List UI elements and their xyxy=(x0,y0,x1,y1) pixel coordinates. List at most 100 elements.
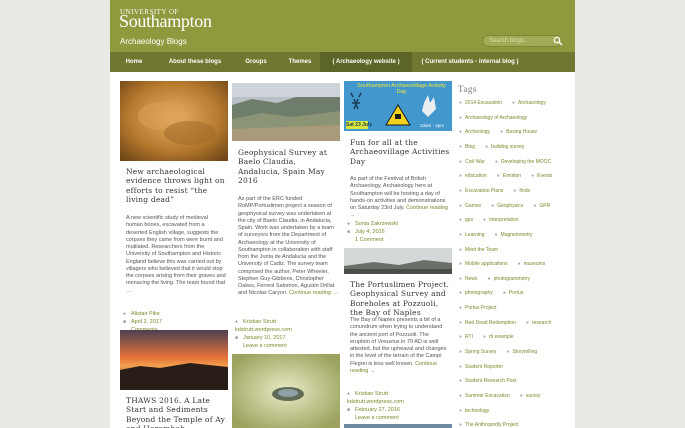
tag-link[interactable]: ● Developing the MOOC xyxy=(495,159,551,165)
tag-link[interactable]: ● Mobile applications xyxy=(459,261,508,267)
date-link[interactable]: July 4, 2016 xyxy=(355,229,385,235)
tag-label: The Anthropodly Project xyxy=(465,422,519,428)
tag-link[interactable]: ● RTI xyxy=(459,334,473,340)
post-date: ■ February 27, 2016 xyxy=(347,406,400,414)
tag-link[interactable]: ● rti example xyxy=(483,334,513,340)
post-title[interactable]: THAWS 2016. A Late Start and Sediments B… xyxy=(126,396,226,428)
tag-label: survey xyxy=(525,393,541,399)
user-icon: ● xyxy=(235,319,239,325)
post-title[interactable]: The Portuslimen Project. Geophysical Sur… xyxy=(350,280,450,318)
post-image-baelo-claudia[interactable] xyxy=(232,83,340,141)
tag-label: Summer Excavation xyxy=(465,393,510,399)
tag-link[interactable]: ● Summer Excavation xyxy=(459,393,510,399)
tag-label: research xyxy=(531,319,552,326)
tag-link[interactable]: ● News xyxy=(459,276,478,282)
content-area: New archaeological evidence throws light… xyxy=(110,72,575,428)
tag-link[interactable]: ● Geophysics xyxy=(491,203,523,209)
tag-link[interactable]: ● Emotion xyxy=(497,173,521,179)
tag-link[interactable]: ● Events xyxy=(531,173,552,179)
post-date: ■ January 10, 2017 xyxy=(235,334,286,342)
tag-label: Archaeology xyxy=(518,100,546,106)
post-source[interactable]: kdstrutt.wordpress.com xyxy=(235,326,292,334)
comments-link[interactable]: Leave a comment xyxy=(243,342,287,350)
tag-link[interactable]: ● Archeology xyxy=(459,129,490,135)
tag-label: museums xyxy=(523,261,546,268)
continue-reading-link[interactable]: Continue reading → xyxy=(289,290,338,296)
tag-label: finds xyxy=(519,187,530,194)
post-excerpt: As part of the Festival of British Archa… xyxy=(350,176,449,219)
tag-link[interactable]: ● Student Research Post xyxy=(459,378,516,384)
tag-link[interactable]: ● 2014 Excavation xyxy=(459,100,502,106)
tag-link[interactable]: ● The Anthropodly Project xyxy=(459,422,518,428)
tag-link[interactable]: ● Archaeology of Archaeology xyxy=(459,115,527,121)
post-excerpt: A new scientific study of medieval human… xyxy=(126,215,226,294)
tag-link[interactable]: ● Blog xyxy=(459,144,475,150)
date-link[interactable]: February 27, 2016 xyxy=(355,407,400,413)
post-image-pozzuoli[interactable] xyxy=(344,248,452,274)
post-author: ● Kristian Strutt xyxy=(235,318,276,326)
nav-current-students[interactable]: ( Current students - internal blog ) xyxy=(412,52,528,72)
tag-label: gps xyxy=(465,217,474,224)
post-title[interactable]: Fun for all at the Archaeovillage Activi… xyxy=(350,138,450,166)
tag-link[interactable]: ● Red Dead Redemption xyxy=(459,320,516,326)
post-title[interactable]: New archaeological evidence throws light… xyxy=(126,167,226,205)
calendar-icon: ■ xyxy=(123,319,127,325)
search-input[interactable]: Search blogs... xyxy=(482,35,562,47)
comments-link[interactable]: 1 Comment xyxy=(355,236,383,244)
tag-link[interactable]: ● Storytelling xyxy=(506,349,537,355)
tag-label: rti example xyxy=(489,334,514,341)
tag-link[interactable]: ● technology xyxy=(459,408,489,414)
post-excerpt: As part of the ERC funded RoMP/Portuslim… xyxy=(238,196,338,297)
author-link[interactable]: Sonia Zakrzewski xyxy=(355,221,398,227)
tag-label: Interpretation xyxy=(489,217,519,224)
search-icon[interactable] xyxy=(553,36,563,46)
nav-about[interactable]: About these blogs xyxy=(158,52,232,72)
tag-label: Spring Survey xyxy=(465,349,497,356)
tag-link[interactable]: ● building survey xyxy=(485,144,524,150)
tag-link[interactable]: ● Student Reporter xyxy=(459,364,503,370)
tag-link[interactable]: ● Meet the Team xyxy=(459,247,498,253)
tag-icon: ● xyxy=(517,261,521,268)
post-image-artefact[interactable] xyxy=(232,354,340,428)
tag-link[interactable]: ● Portus Project xyxy=(459,305,496,311)
tag-link[interactable]: ● gps xyxy=(459,217,473,223)
nav-themes[interactable]: Themes xyxy=(280,52,320,72)
post-source[interactable]: kdstrutt.wordpress.com xyxy=(347,398,404,406)
tag-link[interactable]: ● Games xyxy=(459,203,481,209)
tag-label: Archaeology of Archaeology xyxy=(465,114,528,121)
post-image-archaeovillage[interactable]: Southampton Archaeovillage Activity Day … xyxy=(344,81,452,131)
tag-link[interactable]: ● museums xyxy=(518,261,546,267)
tag-link[interactable]: ● Learning xyxy=(459,232,485,238)
tag-link[interactable]: ● GPR xyxy=(533,203,550,209)
tag-link[interactable]: ● photography xyxy=(459,290,493,296)
tag-link[interactable]: ● photogrammetry xyxy=(488,276,530,282)
logo-southampton[interactable]: Southampton xyxy=(119,11,212,32)
tag-link[interactable]: ● Civil War xyxy=(459,159,485,165)
tag-icon: ● xyxy=(459,363,463,370)
nav-groups[interactable]: Groups xyxy=(232,52,280,72)
nav-archaeology-website[interactable]: ( Archaeology website ) xyxy=(320,52,412,72)
tag-link[interactable]: ● research xyxy=(526,320,551,326)
tag-link[interactable]: ● Archaeology xyxy=(512,100,546,106)
tag-link[interactable]: ● Magnetometry xyxy=(495,232,533,238)
tag-link[interactable]: ● Portus xyxy=(503,290,523,296)
tag-link[interactable]: ● Excavation Plans xyxy=(459,188,503,194)
date-link[interactable]: January 10, 2017 xyxy=(243,335,286,341)
tag-link[interactable]: ● Interpretation xyxy=(483,217,519,223)
tag-link[interactable]: ● survey xyxy=(520,393,541,399)
tag-icon: ● xyxy=(487,275,491,282)
author-link[interactable]: Alistair Pike xyxy=(131,311,160,317)
author-link[interactable]: Kristian Strutt xyxy=(355,391,388,397)
post-title[interactable]: Geophysical Survey at Baelo Claudia, And… xyxy=(238,148,338,186)
tag-link[interactable]: ● Spring Survey xyxy=(459,349,496,355)
post-image-thaws[interactable] xyxy=(120,330,228,390)
comments-link[interactable]: Leave a comment xyxy=(355,414,399,422)
post-image-burial[interactable] xyxy=(120,81,228,161)
blog-title[interactable]: Archaeology Blogs xyxy=(120,37,187,46)
tag-link[interactable]: ● Basing House xyxy=(500,129,537,135)
date-link[interactable]: April 3, 2017 xyxy=(131,319,162,325)
tag-link[interactable]: ● education xyxy=(459,173,487,179)
nav-home[interactable]: Home xyxy=(110,52,158,72)
author-link[interactable]: Kristian Strutt xyxy=(243,319,276,325)
tag-link[interactable]: ● finds xyxy=(513,188,530,194)
